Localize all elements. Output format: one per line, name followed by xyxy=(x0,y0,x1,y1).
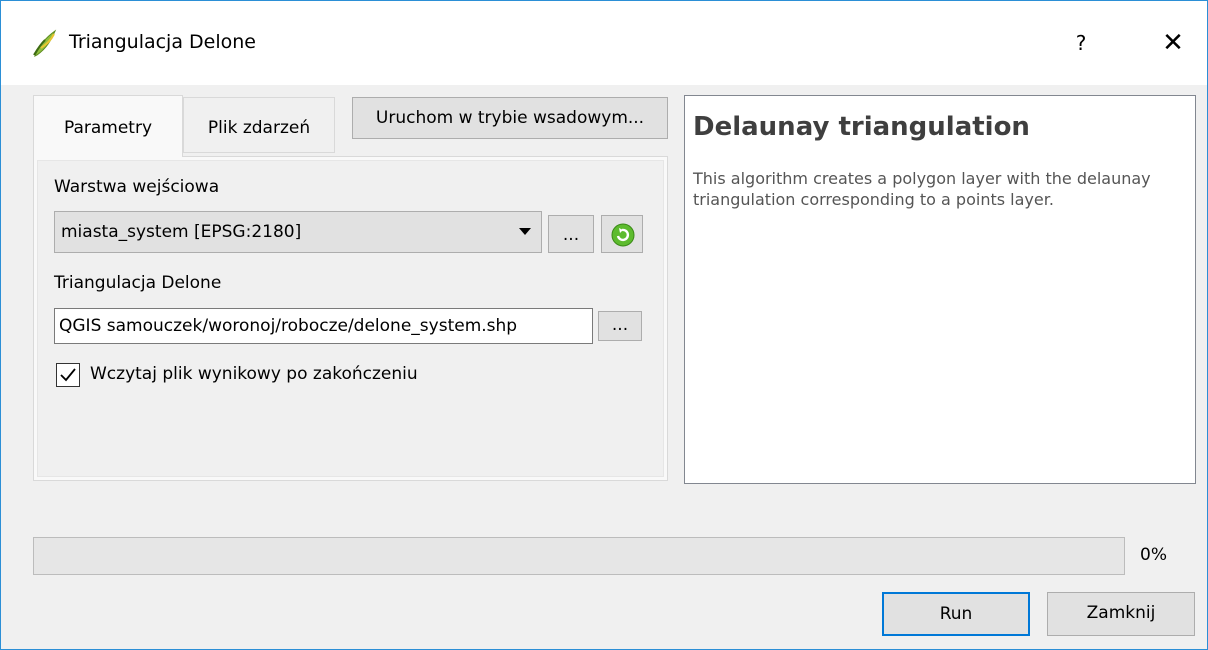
chevron-down-icon xyxy=(519,228,531,235)
help-title: Delaunay triangulation xyxy=(693,112,1030,142)
output-path-field[interactable]: QGIS samouczek/woronoj/robocze/delone_sy… xyxy=(54,308,593,344)
input-layer-select[interactable]: miasta_system [EPSG:2180] xyxy=(54,211,542,253)
window-title: Triangulacja Delone xyxy=(69,31,256,53)
run-button[interactable]: Run xyxy=(882,592,1030,636)
tab-plik-zdarzen[interactable]: Plik zdarzeń xyxy=(183,97,335,153)
close-window-button[interactable]: ✕ xyxy=(1151,23,1195,63)
output-label: Triangulacja Delone xyxy=(54,273,222,293)
iterate-layer-button[interactable] xyxy=(601,215,643,253)
output-path-value: QGIS samouczek/woronoj/robocze/delone_sy… xyxy=(59,316,518,336)
help-panel: Delaunay triangulation This algorithm cr… xyxy=(684,95,1196,484)
help-button[interactable]: ? xyxy=(1059,23,1103,63)
refresh-icon xyxy=(610,222,636,253)
title-bar: Triangulacja Delone ? ✕ xyxy=(1,1,1207,85)
checkmark-icon xyxy=(60,368,76,382)
help-body: This algorithm creates a polygon layer w… xyxy=(693,169,1151,209)
progress-percent: 0% xyxy=(1140,545,1167,565)
input-layer-label: Warstwa wejściowa xyxy=(54,177,220,197)
close-button[interactable]: Zamknij xyxy=(1047,592,1195,636)
qgis-icon xyxy=(31,28,59,58)
output-browse-button[interactable]: ... xyxy=(598,311,642,341)
load-result-checkbox[interactable] xyxy=(56,363,80,387)
tab-label: Parametry xyxy=(63,118,153,138)
tab-parametry[interactable]: Parametry xyxy=(33,95,183,157)
run-batch-button[interactable]: Uruchom w trybie wsadowym... xyxy=(352,97,668,139)
load-result-label: Wczytaj plik wynikowy po zakończeniu xyxy=(90,364,418,384)
progress-bar xyxy=(33,537,1125,575)
input-layer-value: miasta_system [EPSG:2180] xyxy=(61,222,302,242)
tab-label: Plik zdarzeń xyxy=(207,118,311,138)
input-layer-browse-button[interactable]: ... xyxy=(548,215,594,253)
